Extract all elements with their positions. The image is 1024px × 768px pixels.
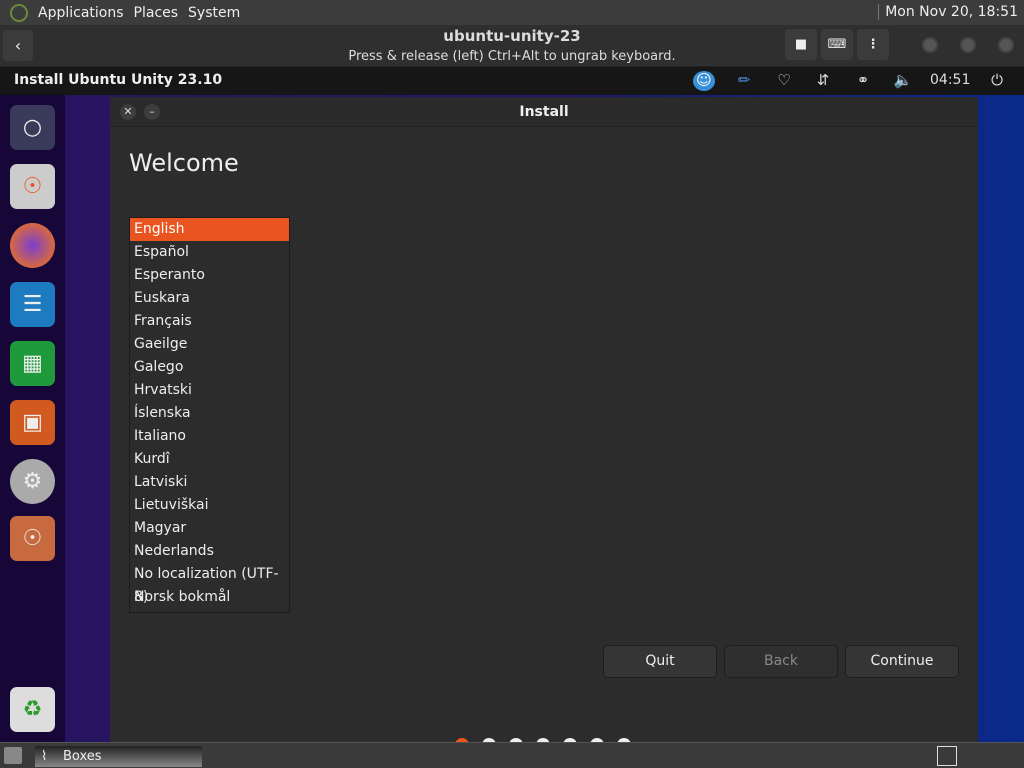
window-titlebar: ✕ – Install [110, 97, 978, 127]
calc-icon[interactable]: ▦ [10, 341, 55, 386]
page-heading: Welcome [129, 149, 239, 177]
writer-icon[interactable]: ☰ [10, 282, 55, 327]
language-option[interactable]: Magyar [130, 517, 289, 540]
boxes-header: ‹ ubuntu-unity-23 Press & release (left)… [0, 25, 1024, 67]
minimize-button[interactable] [922, 37, 938, 53]
top-panel: Applications Places System Mon Nov 20, 1… [0, 0, 1024, 25]
firefox-icon[interactable] [10, 223, 55, 268]
maximize-button[interactable] [960, 37, 976, 53]
back-button-disabled[interactable]: Back [724, 645, 838, 678]
power-icon[interactable]: ⏻ [986, 71, 1008, 91]
language-option[interactable]: No localization (UTF-8) [130, 563, 289, 605]
continue-button[interactable]: Continue [845, 645, 959, 678]
language-option[interactable]: Euskara [130, 287, 289, 310]
language-option[interactable]: Esperanto [130, 264, 289, 287]
volume-muted-icon[interactable]: 🔈 [892, 71, 914, 91]
menu-places[interactable]: Places [134, 5, 179, 21]
taskbar-item-label: Boxes [63, 749, 102, 764]
menu-applications[interactable]: Applications [38, 5, 124, 21]
ubuntu-dash-icon[interactable]: ○ [10, 105, 55, 150]
language-option[interactable]: Français [130, 310, 289, 333]
quit-button[interactable]: Quit [603, 645, 717, 678]
language-option[interactable]: Hrvatski [130, 379, 289, 402]
language-option[interactable]: Norsk bokmål [130, 586, 289, 609]
installer-icon[interactable]: ☉ [10, 164, 55, 209]
accessibility-icon[interactable]: ☺ [693, 71, 715, 91]
impress-icon[interactable]: ▣ [10, 400, 55, 445]
active-app-title: Install Ubuntu Unity 23.10 [14, 72, 223, 88]
unity-top-bar: Install Ubuntu Unity 23.10 ☺ ✏ ♡ ⇵ ⚭ 🔈 0… [0, 67, 1024, 95]
taskbar-item-boxes[interactable]: ⌇ Boxes [35, 746, 202, 767]
language-option[interactable]: Español [130, 241, 289, 264]
close-button[interactable] [998, 37, 1014, 53]
workspace-switcher[interactable] [937, 746, 957, 766]
trash-icon[interactable]: ♻ [10, 687, 55, 732]
keyboard-button[interactable]: ⌨ [821, 29, 853, 60]
language-option[interactable]: Lietuviškai [130, 494, 289, 517]
launcher: ○ ☉ ☰ ▦ ▣ ⚙ ☉ ♻ [0, 95, 65, 742]
window-title: Install [519, 104, 569, 120]
language-option[interactable]: Nederlands [130, 540, 289, 563]
show-desktop-icon[interactable] [4, 747, 22, 764]
gnome-menu-icon [10, 3, 28, 22]
language-option[interactable]: Galego [130, 356, 289, 379]
language-option[interactable]: Italiano [130, 425, 289, 448]
install-window: ✕ – Install Welcome English Español Espera… [110, 97, 978, 752]
bottom-taskbar: ⌇ Boxes [0, 742, 1024, 768]
language-option[interactable]: Kurdî [130, 448, 289, 471]
language-list[interactable]: English Español Esperanto Euskara Français Ga… [129, 217, 290, 613]
brush-icon[interactable]: ✏ [733, 71, 755, 91]
language-option[interactable]: Íslenska [130, 402, 289, 425]
globe-icon[interactable]: ⚭ [852, 71, 874, 91]
unity-clock[interactable]: 04:51 [930, 72, 970, 92]
pause-button[interactable]: ■ [785, 29, 817, 60]
notification-bell-icon[interactable]: ♡ [773, 71, 795, 91]
menu-button[interactable]: ⋮ [857, 29, 889, 60]
installer-running-icon[interactable]: ☉ [10, 516, 55, 561]
network-icon[interactable]: ⇵ [812, 71, 834, 91]
settings-icon[interactable]: ⚙ [10, 459, 55, 504]
language-option[interactable]: Latviski [130, 471, 289, 494]
panel-clock[interactable]: Mon Nov 20, 18:51 [878, 4, 1018, 20]
language-option[interactable]: English [130, 218, 289, 241]
boxes-icon: ⌇ [41, 749, 48, 764]
menu-system[interactable]: System [188, 5, 240, 21]
language-option[interactable]: Gaeilge [130, 333, 289, 356]
